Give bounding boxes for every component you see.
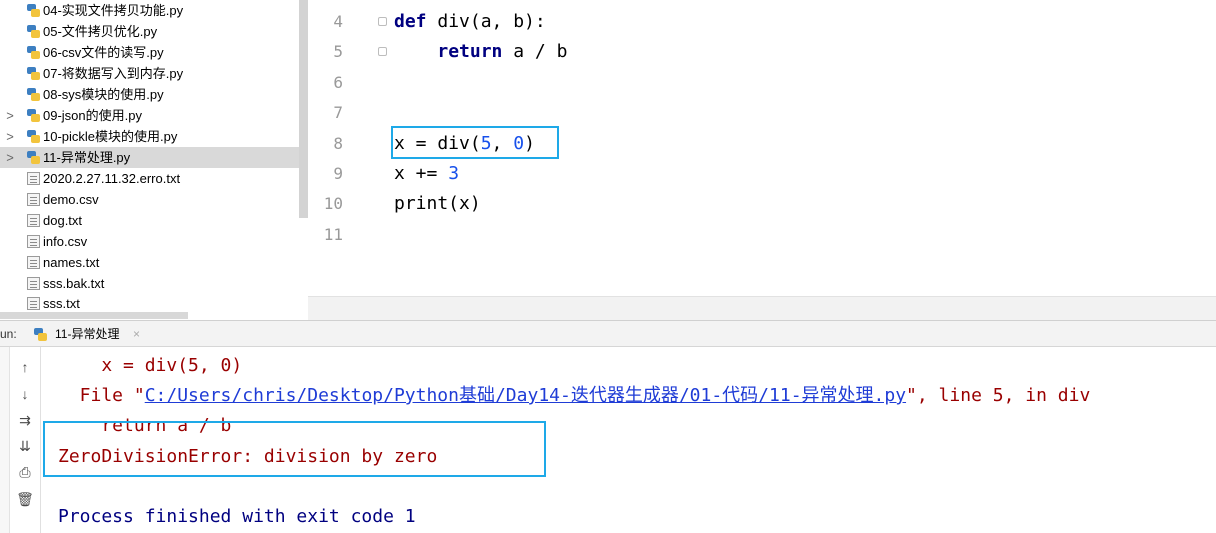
code-text: x += xyxy=(394,163,449,184)
scroll-to-end-icon[interactable]: ⇊ xyxy=(10,435,40,457)
soft-wrap-icon[interactable]: ⇉ xyxy=(10,409,40,431)
python-file-icon xyxy=(27,151,40,164)
code-line: print(x) xyxy=(394,193,481,215)
editor-highlight-box xyxy=(391,126,559,159)
panel-splitter[interactable] xyxy=(308,296,1216,321)
fold-marker-icon[interactable] xyxy=(378,47,387,56)
text-file-icon xyxy=(27,172,40,185)
console-highlight-box xyxy=(43,421,546,477)
trash-icon[interactable]: 🗑 xyxy=(10,488,40,510)
tree-item-label: 10-pickle模块的使用.py xyxy=(43,129,178,144)
line-number: 10 xyxy=(323,194,343,213)
side-strip xyxy=(0,347,10,533)
python-file-icon xyxy=(27,130,40,143)
code-number: 3 xyxy=(448,163,460,184)
tree-item-file[interactable]: > 10-pickle模块的使用.py xyxy=(0,126,308,147)
line-number: 5 xyxy=(333,42,343,61)
tree-item-file[interactable]: 2020.2.27.11.32.erro.txt xyxy=(0,168,308,189)
tree-item-label: 07-将数据写入到内存.py xyxy=(43,66,184,81)
tree-item-file[interactable]: 06-csv文件的读写.py xyxy=(0,42,308,63)
tree-item-label: 08-sys模块的使用.py xyxy=(43,87,164,102)
text-file-icon xyxy=(27,297,40,310)
run-panel-label: un: xyxy=(0,327,17,341)
project-tree: 04-实现文件拷贝功能.py 05-文件拷贝优化.py 06-csv文件的读写.… xyxy=(0,0,308,320)
tree-item-label: sss.txt xyxy=(43,296,80,311)
tree-item-label: 04-实现文件拷贝功能.py xyxy=(43,3,184,18)
code-editor[interactable]: 4 5 6 7 8 9 10 11 def div(a, b): return … xyxy=(310,0,1216,296)
code-line: x += 3 xyxy=(394,163,459,185)
tree-item-file[interactable]: 08-sys模块的使用.py xyxy=(0,84,308,105)
console-text: File " xyxy=(58,385,145,406)
python-file-icon xyxy=(27,109,40,122)
text-file-icon xyxy=(27,214,40,227)
line-number-gutter: 4 5 6 7 8 9 10 11 xyxy=(310,0,387,296)
print-icon[interactable]: ⎙ xyxy=(10,461,40,483)
line-number: 11 xyxy=(323,225,343,244)
fold-marker-icon[interactable] xyxy=(378,17,387,26)
tree-item-file[interactable]: sss.txt xyxy=(0,293,308,314)
tree-item-label: dog.txt xyxy=(43,213,83,228)
run-toolbar: ↑ ↓ ⇉ ⇊ ⎙ 🗑 xyxy=(10,347,41,533)
expand-arrow-icon[interactable]: > xyxy=(4,105,16,126)
text-file-icon xyxy=(27,193,40,206)
python-file-icon xyxy=(27,4,40,17)
close-icon[interactable]: × xyxy=(133,321,140,348)
run-tab-label: 11-异常处理 xyxy=(55,327,120,341)
tree-item-label: 06-csv文件的读写.py xyxy=(43,45,164,60)
tree-item-label: 11-异常处理.py xyxy=(43,150,131,165)
code-line: return a / b xyxy=(394,41,567,63)
console-text: ", line 5, in div xyxy=(906,385,1091,406)
tree-item-file[interactable]: dog.txt xyxy=(0,210,308,231)
tree-item-label: sss.bak.txt xyxy=(43,276,105,291)
tree-vertical-scrollbar[interactable] xyxy=(299,0,308,218)
tree-item-label: info.csv xyxy=(43,234,88,249)
text-file-icon xyxy=(27,256,40,269)
tree-item-label: demo.csv xyxy=(43,192,99,207)
line-number: 8 xyxy=(333,134,343,153)
tree-item-file[interactable]: demo.csv xyxy=(0,189,308,210)
run-tool-window-header: un: 11-异常处理 × xyxy=(0,320,1216,347)
file-path-link[interactable]: C:/Users/chris/Desktop/Python基础/Day14-迭代… xyxy=(145,385,906,406)
tree-item-file[interactable]: 07-将数据写入到内存.py xyxy=(0,63,308,84)
process-exit-message: Process finished with exit code 1 xyxy=(58,506,416,527)
python-file-icon xyxy=(27,46,40,59)
text-file-icon xyxy=(27,235,40,248)
line-number: 4 xyxy=(333,12,343,31)
console-line: File "C:/Users/chris/Desktop/Python基础/Da… xyxy=(58,384,1091,408)
code-keyword: def xyxy=(394,11,427,32)
tree-item-file[interactable]: info.csv xyxy=(0,231,308,252)
code-line: def div(a, b): xyxy=(394,11,546,33)
code-text: div(a, b): xyxy=(426,11,546,32)
code-text: print(x) xyxy=(394,193,481,214)
tree-item-file-selected[interactable]: > 11-异常处理.py xyxy=(0,147,308,168)
tree-horizontal-scrollbar[interactable] xyxy=(0,312,188,319)
tree-item-file[interactable]: 04-实现文件拷贝功能.py xyxy=(0,0,308,21)
tree-item-file[interactable]: 05-文件拷贝优化.py xyxy=(0,21,308,42)
line-number: 9 xyxy=(333,164,343,183)
tree-item-file[interactable]: > 09-json的使用.py xyxy=(0,105,308,126)
expand-arrow-icon[interactable]: > xyxy=(4,126,16,147)
expand-arrow-icon[interactable]: > xyxy=(4,147,16,168)
line-number: 7 xyxy=(333,103,343,122)
tree-item-label: 05-文件拷贝优化.py xyxy=(43,24,158,39)
python-file-icon xyxy=(27,67,40,80)
code-keyword: return xyxy=(437,41,503,62)
arrow-up-icon[interactable]: ↑ xyxy=(10,356,40,378)
tree-item-file[interactable]: names.txt xyxy=(0,252,308,273)
tree-item-file[interactable]: sss.bak.txt xyxy=(0,273,308,294)
code-text: a / b xyxy=(502,41,568,62)
line-number: 6 xyxy=(333,73,343,92)
tree-item-label: 09-json的使用.py xyxy=(43,108,142,123)
console-line: x = div(5, 0) xyxy=(58,355,243,376)
python-run-icon xyxy=(34,328,47,341)
tree-item-label: names.txt xyxy=(43,255,100,270)
arrow-down-icon[interactable]: ↓ xyxy=(10,383,40,405)
python-file-icon xyxy=(27,25,40,38)
tree-item-label: 2020.2.27.11.32.erro.txt xyxy=(43,171,181,186)
python-file-icon xyxy=(27,88,40,101)
text-file-icon xyxy=(27,277,40,290)
run-console[interactable]: ↑ ↓ ⇉ ⇊ ⎙ 🗑 x = div(5, 0) File "C:/Users… xyxy=(0,347,1216,533)
